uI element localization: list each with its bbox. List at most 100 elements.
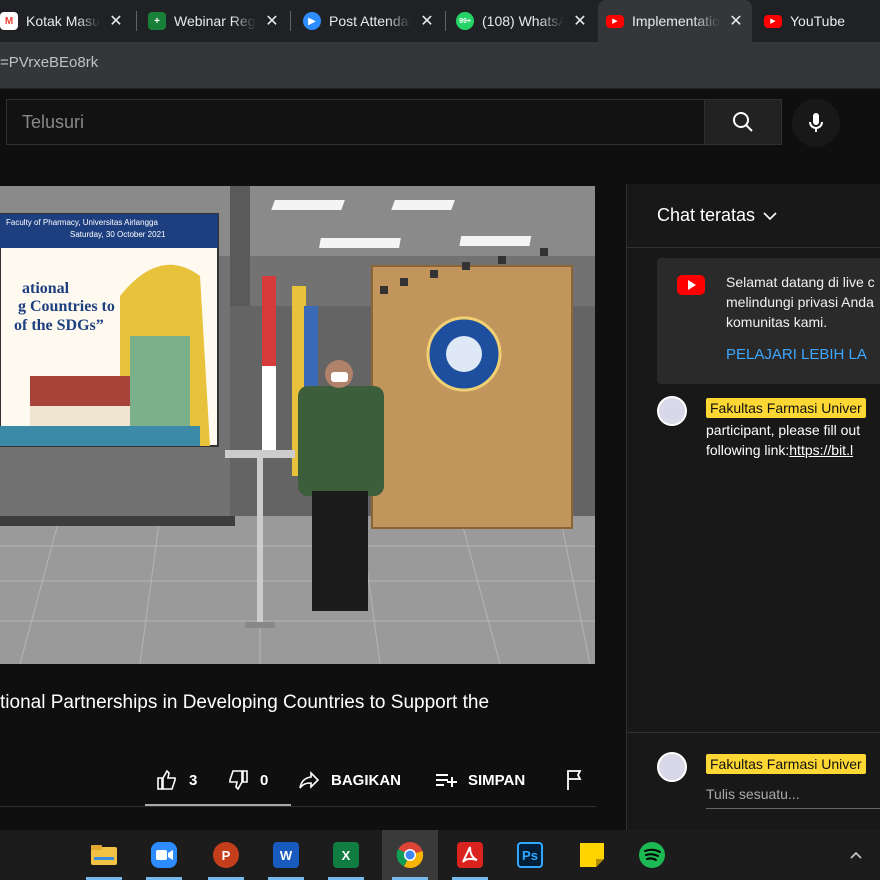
share-button[interactable]: BAGIKAN — [297, 762, 401, 798]
tab-post-attendance[interactable]: ▶ Post Attendance ✕ — [295, 0, 443, 42]
photoshop-icon: Ps — [517, 842, 543, 868]
chat-mode-label: Chat teratas — [657, 205, 756, 225]
chat-welcome-card: Selamat datang di live c melindungi priv… — [657, 258, 880, 384]
tab-title: YouTube — [790, 13, 846, 29]
tab-whatsapp[interactable]: 99+ (108) WhatsApp ✕ — [448, 0, 596, 42]
excel-icon: X — [333, 842, 359, 868]
tab-implementation[interactable]: ▶ Implementation ✕ — [598, 0, 752, 42]
chevron-up-icon — [850, 851, 862, 859]
like-button[interactable]: 3 — [155, 762, 197, 798]
search-icon — [733, 112, 753, 132]
share-icon — [299, 771, 320, 789]
tab-title: Kotak Masuk — [26, 13, 100, 29]
tab-separator — [445, 11, 446, 31]
banner-line-2: g Countries to — [18, 298, 115, 315]
voice-search-button[interactable] — [792, 99, 840, 147]
report-button[interactable] — [564, 762, 586, 798]
tab-separator — [290, 11, 291, 31]
message-text: participant, please fill out — [706, 422, 861, 438]
search-input[interactable]: Telusuri — [6, 99, 704, 145]
video-frame — [0, 186, 595, 664]
tab-title: Implementation — [632, 13, 720, 29]
sticky-notes-icon — [580, 843, 604, 867]
tab-gmail[interactable]: M Kotak Masuk ✕ — [0, 0, 132, 42]
close-icon[interactable]: ✕ — [419, 11, 435, 31]
playlist-add-icon — [436, 774, 457, 787]
thumbs-down-icon — [229, 770, 248, 791]
video-player[interactable]: Faculty of Pharmacy, Universitas Airlang… — [0, 186, 595, 664]
welcome-text: Selamat datang di live c melindungi priv… — [726, 274, 875, 330]
tab-separator — [136, 11, 137, 31]
tab-title: Post Attendance — [329, 13, 411, 29]
video-actions: 3 0 BAGIKAN SIMPAN — [0, 762, 600, 798]
taskbar-powerpoint[interactable]: P — [202, 830, 250, 880]
taskbar-acrobat[interactable] — [446, 830, 494, 880]
url-text[interactable]: =PVrxeBEo8rk — [0, 54, 98, 71]
close-icon[interactable]: ✕ — [572, 11, 588, 31]
input-author: Fakultas Farmasi Univer — [706, 754, 866, 774]
thumbs-up-icon — [157, 769, 176, 790]
tab-title: (108) WhatsApp — [482, 13, 564, 29]
flag-icon — [567, 770, 582, 790]
zoom-icon: ▶ — [303, 12, 321, 30]
save-button[interactable]: SIMPAN — [434, 762, 525, 798]
youtube-icon — [677, 275, 705, 295]
whatsapp-icon: 99+ — [456, 12, 474, 30]
message-author[interactable]: Fakultas Farmasi Univer — [706, 398, 866, 418]
search-button[interactable] — [704, 99, 782, 145]
divider — [0, 806, 596, 807]
chat-header[interactable]: Chat teratas — [627, 184, 880, 248]
banner-line-3: of the SDGs” — [14, 317, 104, 334]
chat-input-underline — [706, 808, 880, 809]
spotify-icon — [639, 842, 665, 868]
avatar — [657, 752, 687, 782]
word-icon: W — [273, 842, 299, 868]
message-link-line: following link:https://bit.l — [706, 440, 853, 460]
chevron-down-icon — [763, 211, 777, 220]
browser-tab-strip: M Kotak Masuk ✕ + Webinar Registration ✕… — [0, 0, 880, 42]
tab-title: Webinar Registration — [174, 13, 256, 29]
microphone-icon — [809, 113, 823, 132]
chat-input-area — [627, 732, 880, 834]
taskbar-sticky-notes[interactable] — [568, 830, 616, 880]
windows-taskbar: P W X Ps — [0, 830, 880, 880]
save-label: SIMPAN — [468, 771, 526, 789]
tab-webinar[interactable]: + Webinar Registration ✕ — [140, 0, 288, 42]
tab-youtube[interactable]: ▶ YouTube — [756, 0, 880, 42]
taskbar-file-explorer[interactable] — [80, 830, 128, 880]
youtube-icon: ▶ — [606, 14, 624, 28]
banner-date: Saturday, 30 October 2021 — [70, 230, 166, 239]
taskbar-zoom[interactable] — [140, 830, 188, 880]
close-icon[interactable]: ✕ — [728, 11, 744, 31]
show-hidden-icons-button[interactable] — [832, 830, 880, 880]
youtube-icon: ▶ — [764, 14, 782, 28]
avatar[interactable] — [657, 396, 687, 426]
chrome-icon — [396, 842, 424, 869]
banner-line-1: ational — [22, 280, 70, 297]
message-link[interactable]: https://bit.l — [789, 442, 853, 458]
sheets-icon: + — [148, 12, 166, 30]
banner-org: Faculty of Pharmacy, Universitas Airlang… — [6, 218, 158, 227]
gmail-icon: M — [0, 12, 18, 30]
search-placeholder: Telusuri — [22, 111, 85, 132]
youtube-header: Telusuri — [0, 88, 880, 154]
learn-more-link[interactable]: PELAJARI LEBIH LA — [726, 346, 867, 363]
video-title: tional Partnerships in Developing Countr… — [0, 692, 490, 713]
share-label: BAGIKAN — [331, 771, 401, 789]
powerpoint-icon: P — [213, 842, 239, 868]
taskbar-excel[interactable]: X — [322, 830, 370, 880]
dislike-count: 0 — [260, 771, 269, 789]
file-explorer-icon — [91, 845, 117, 865]
close-icon[interactable]: ✕ — [264, 11, 280, 31]
taskbar-spotify[interactable] — [628, 830, 676, 880]
taskbar-word[interactable]: W — [262, 830, 310, 880]
dislike-button[interactable]: 0 — [226, 762, 268, 798]
like-count: 3 — [189, 771, 198, 789]
address-bar[interactable]: =PVrxeBEo8rk — [0, 42, 880, 88]
close-icon[interactable]: ✕ — [108, 11, 124, 31]
chat-input[interactable]: Tulis sesuatu... — [706, 786, 800, 802]
message-link-prefix: following link: — [706, 442, 790, 458]
taskbar-chrome[interactable] — [382, 830, 438, 880]
zoom-icon — [151, 842, 177, 868]
taskbar-photoshop[interactable]: Ps — [506, 830, 554, 880]
